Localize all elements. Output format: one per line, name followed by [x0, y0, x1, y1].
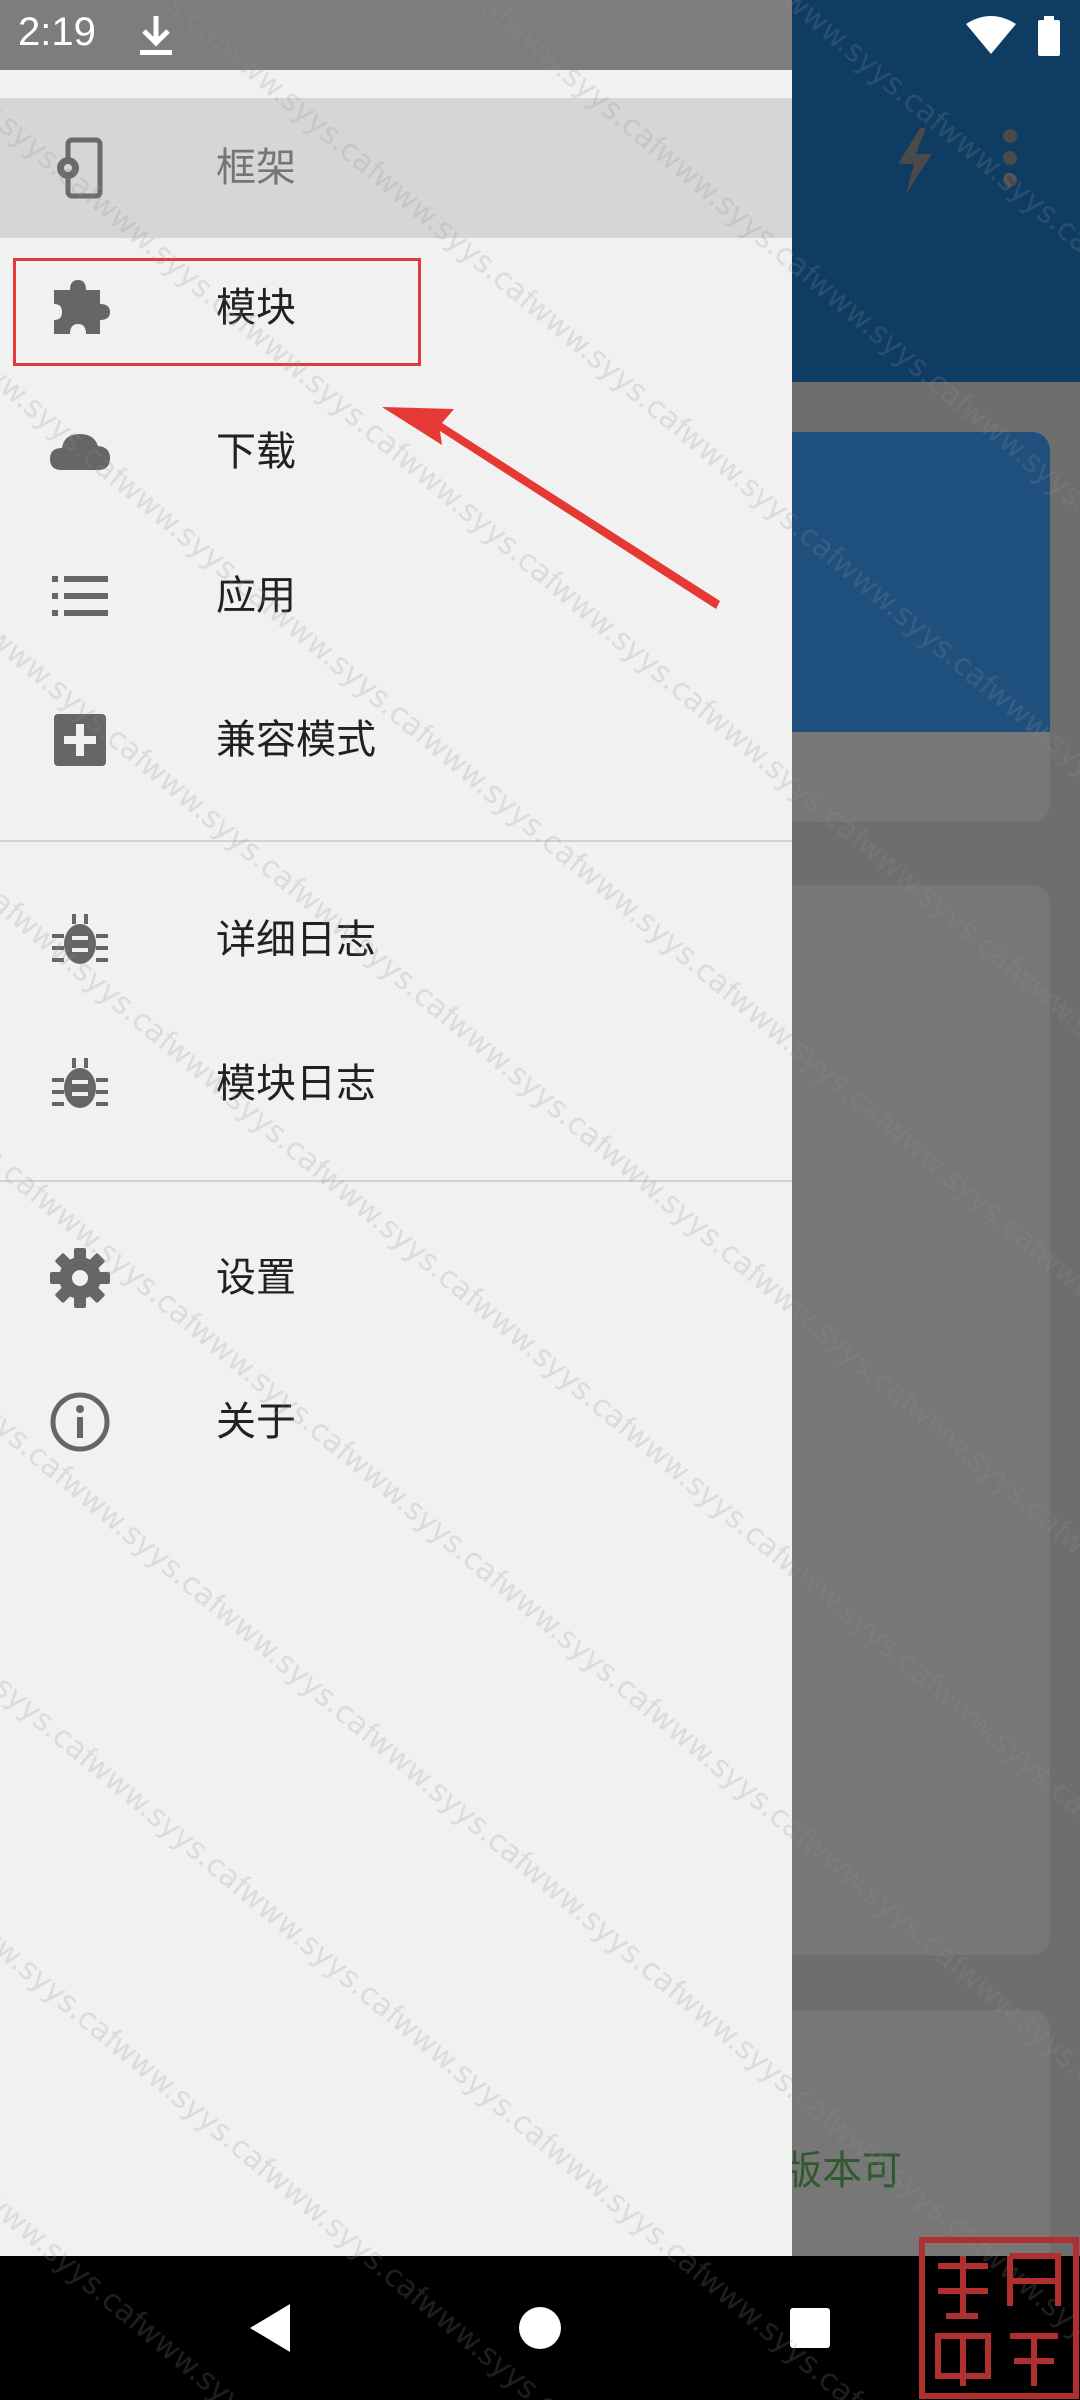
status-bar: 2:19	[0, 0, 1080, 70]
flash-icon	[898, 128, 932, 194]
drawer-item-label: 应用	[216, 573, 296, 619]
cloud-icon	[50, 434, 110, 470]
plus-box-icon	[54, 714, 106, 766]
info-icon	[50, 1392, 110, 1452]
drawer-item-compat-mode[interactable]: 兼容模式	[0, 670, 792, 810]
drawer-item-label: 下载	[216, 429, 296, 475]
bug-icon	[52, 1058, 108, 1108]
wifi-icon	[966, 16, 1016, 54]
background-toolbar-icons	[898, 128, 1017, 194]
recents-icon[interactable]	[780, 2298, 840, 2358]
drawer-item-label: 框架	[216, 145, 296, 191]
battery-icon	[1038, 16, 1060, 56]
more-vert-icon	[1003, 129, 1017, 187]
drawer-item-verbose-log[interactable]: 详细日志	[0, 870, 792, 1010]
pointer-arrow	[382, 407, 720, 609]
drawer-divider	[0, 840, 792, 842]
stamp-logo	[919, 2237, 1079, 2399]
list-icon	[52, 576, 108, 616]
download-icon	[140, 16, 172, 55]
back-icon[interactable]	[240, 2298, 300, 2358]
drawer-item-label: 模块日志	[216, 1061, 376, 1107]
background-card	[760, 432, 1050, 822]
drawer-item-about[interactable]: 关于	[0, 1352, 792, 1492]
highlight-box	[13, 258, 421, 366]
drawer-item-settings[interactable]: 设置	[0, 1208, 792, 1348]
phone-settings-icon	[57, 137, 103, 199]
drawer-item-label: 设置	[216, 1255, 296, 1301]
background-card	[760, 885, 1050, 1955]
status-time: 2:19	[18, 10, 96, 54]
drawer-item-module-log[interactable]: 模块日志	[0, 1014, 792, 1154]
bug-icon	[52, 914, 108, 964]
drawer-item-label: 详细日志	[216, 917, 376, 963]
background-partial-text: 版本可	[782, 2148, 902, 2194]
drawer-item-label: 关于	[216, 1399, 296, 1445]
gear-icon	[50, 1248, 110, 1308]
home-icon[interactable]	[510, 2298, 570, 2358]
drawer-item-framework[interactable]: 框架	[0, 98, 792, 238]
drawer-divider	[0, 1180, 792, 1182]
drawer-item-label: 兼容模式	[216, 717, 376, 763]
background-card	[760, 2010, 1050, 2256]
